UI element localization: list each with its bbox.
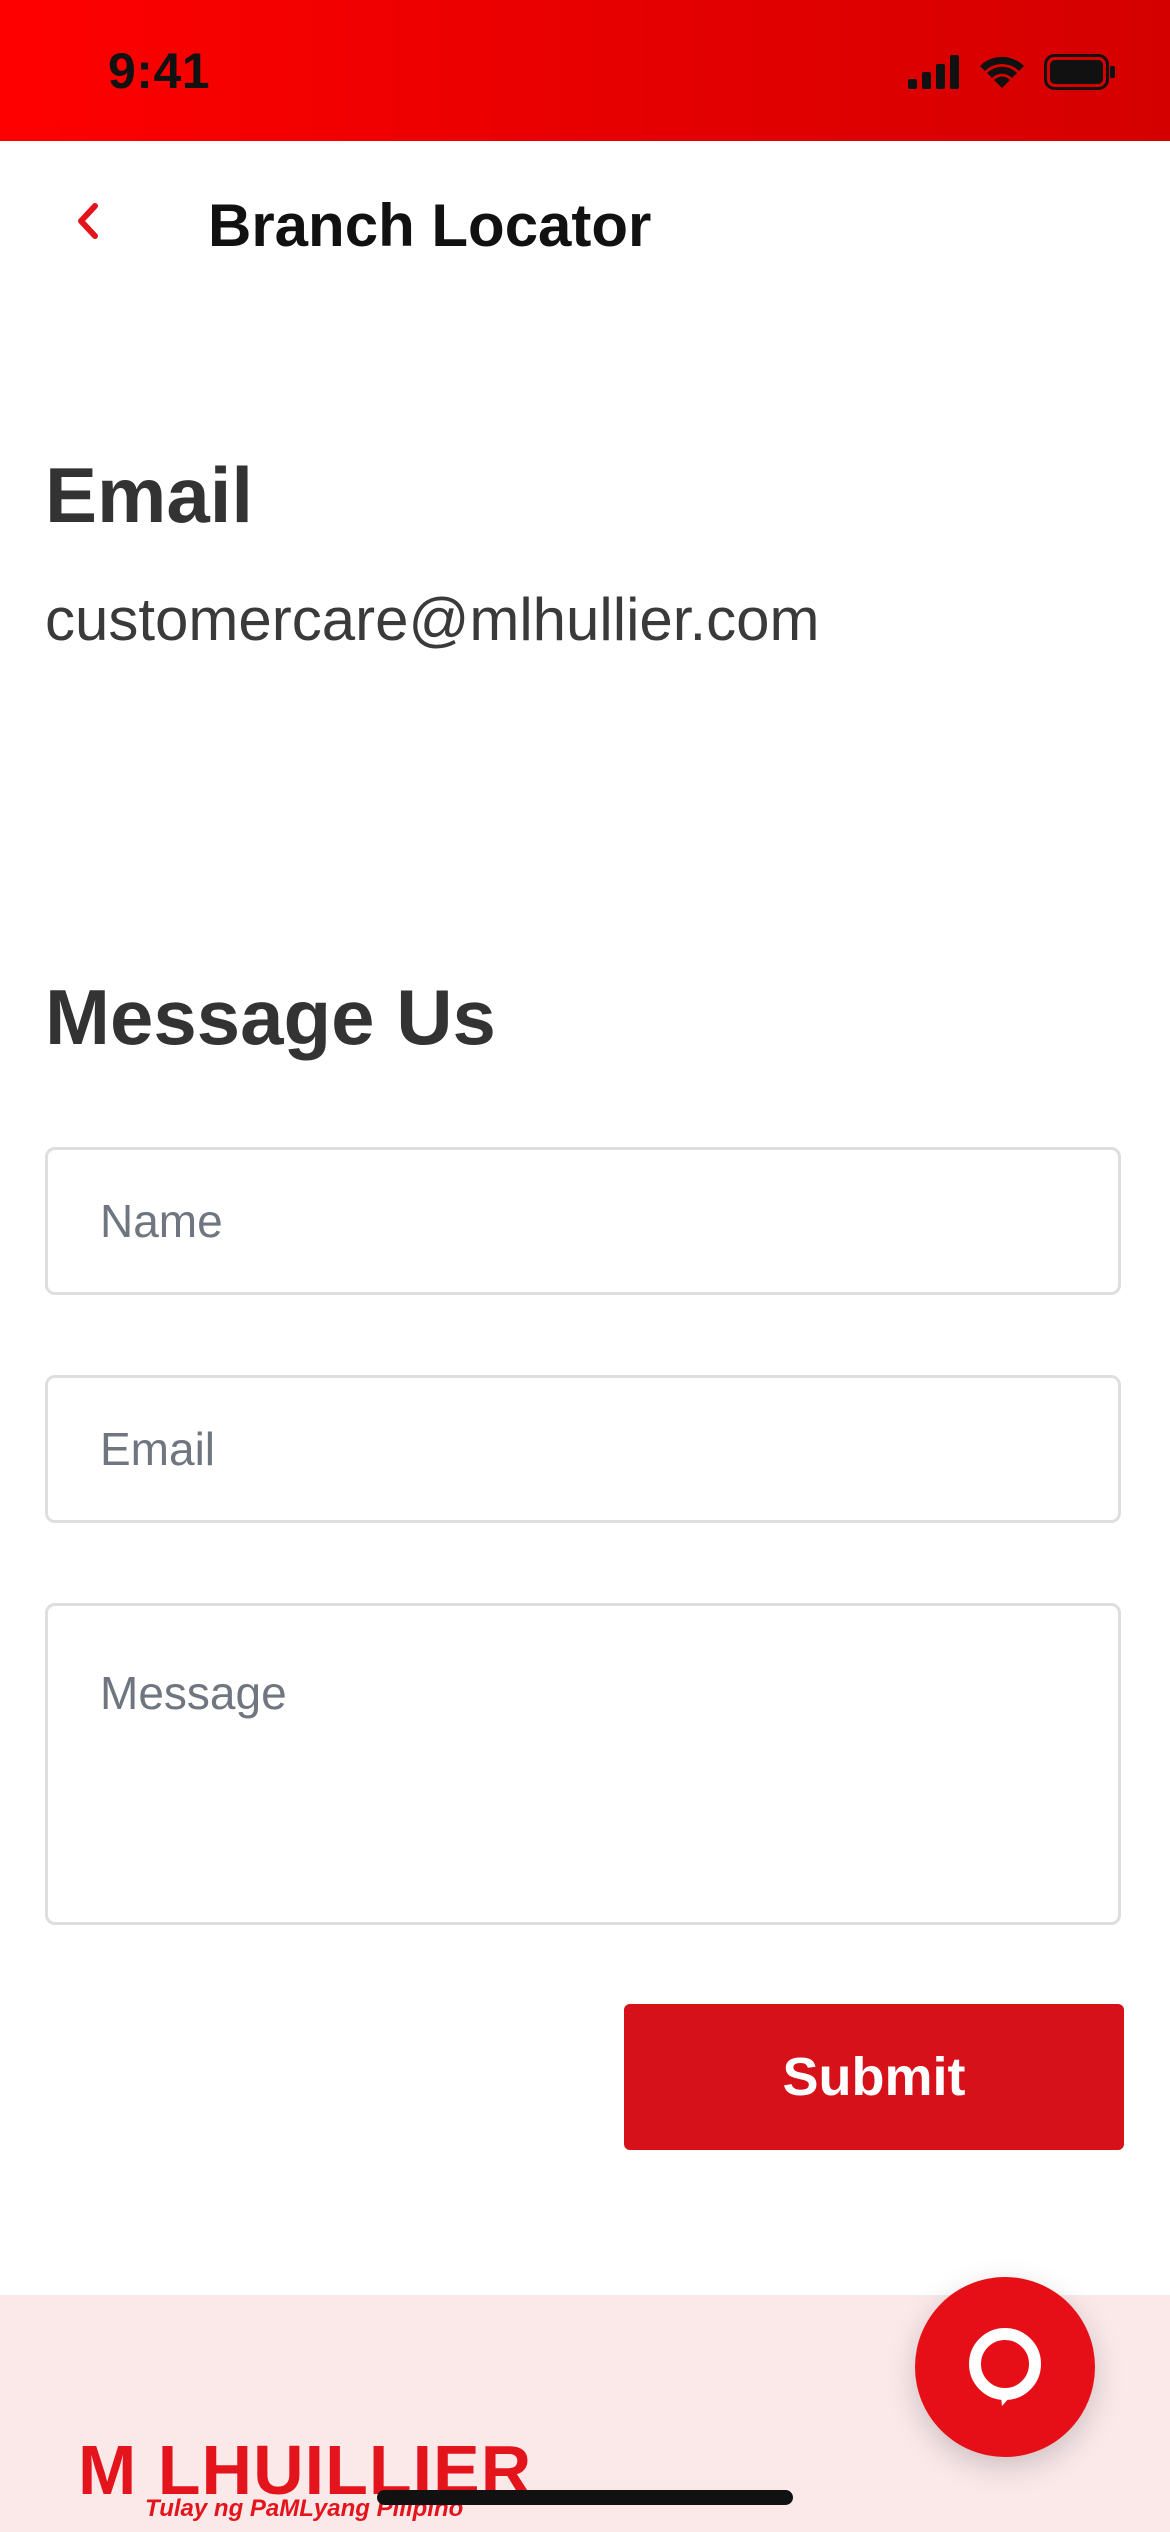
email-address-link[interactable]: customercare@mlhullier.com — [45, 585, 819, 654]
chevron-left-icon — [78, 203, 98, 239]
message-us-heading: Message Us — [45, 973, 496, 1061]
email-heading: Email — [45, 451, 254, 539]
home-indicator — [377, 2490, 793, 2505]
chat-bubble-icon — [969, 2328, 1041, 2406]
app-header: Branch Locator — [0, 141, 1170, 311]
name-input[interactable] — [45, 1147, 1121, 1295]
wifi-icon — [980, 56, 1024, 88]
status-icons — [908, 52, 1116, 92]
status-bar: 9:41 — [0, 0, 1170, 141]
message-textarea[interactable] — [45, 1603, 1121, 1925]
email-input[interactable] — [45, 1375, 1121, 1523]
submit-button[interactable]: Submit — [624, 2004, 1124, 2150]
status-time: 9:41 — [108, 43, 211, 99]
signal-icon — [908, 55, 959, 89]
chat-button[interactable] — [915, 2277, 1095, 2457]
back-button[interactable] — [48, 181, 128, 261]
page-title: Branch Locator — [208, 192, 652, 259]
battery-icon — [1044, 54, 1115, 90]
